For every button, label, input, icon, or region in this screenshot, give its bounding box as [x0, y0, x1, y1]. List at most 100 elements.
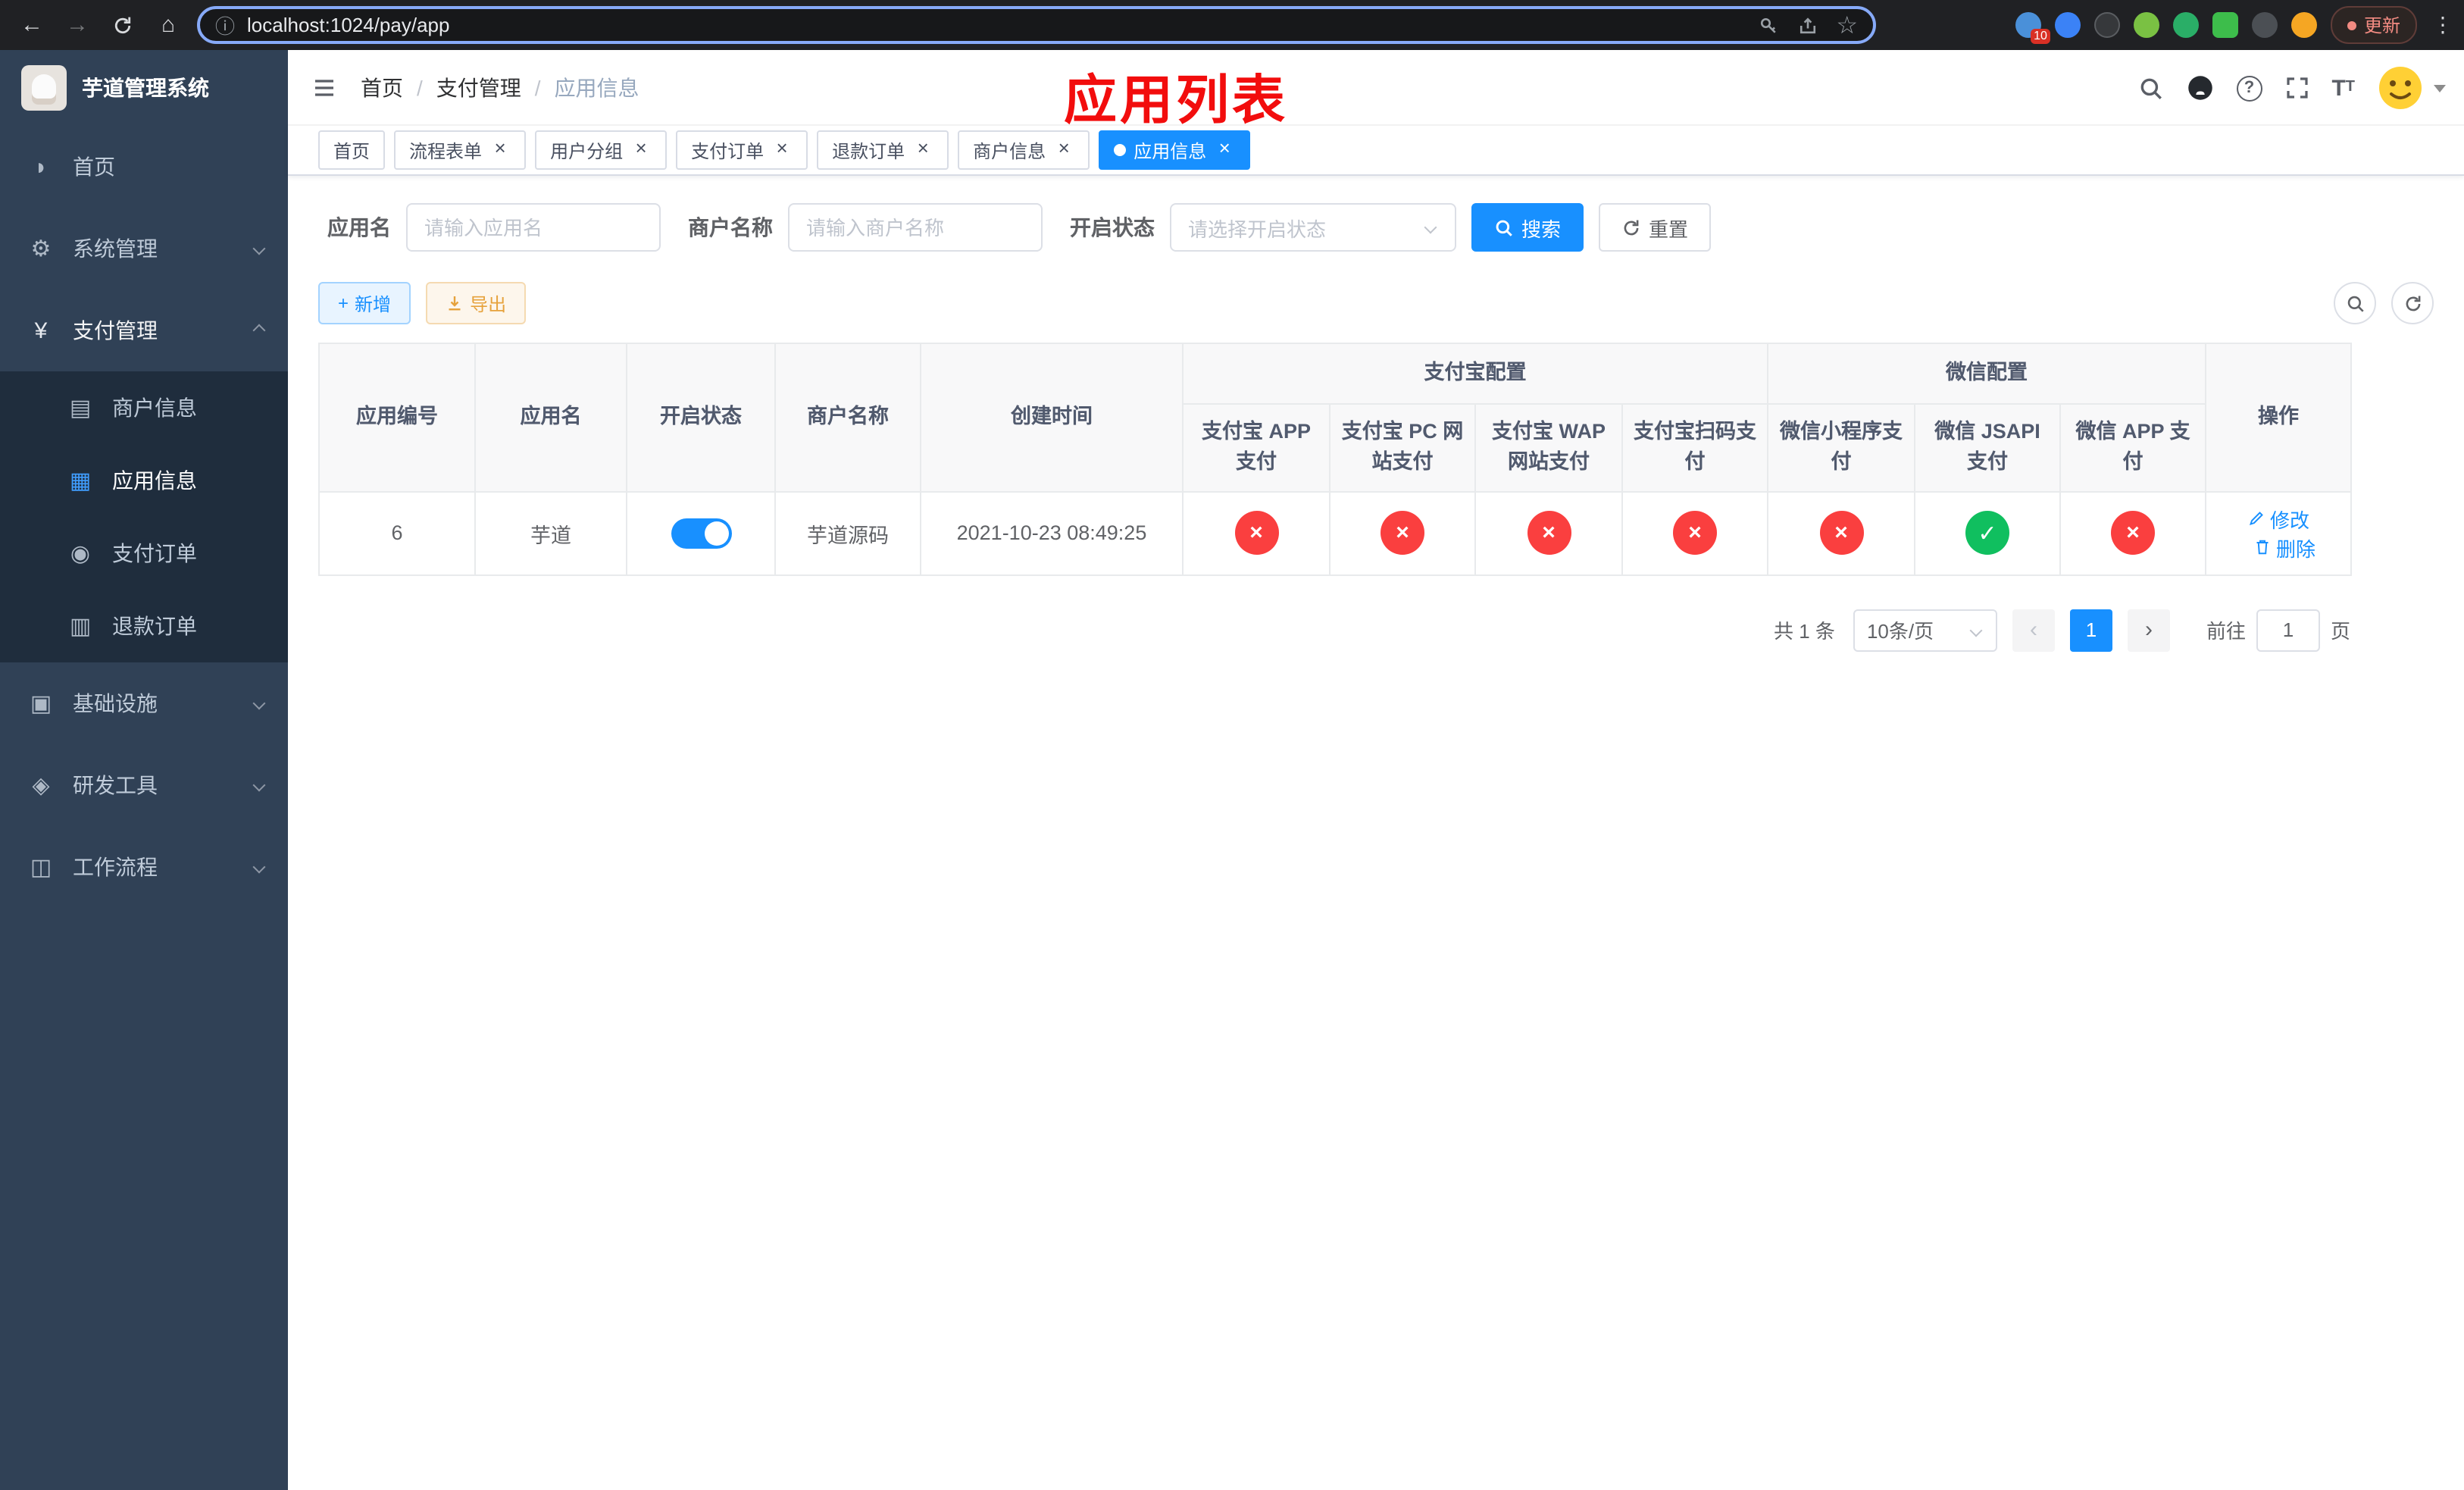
- breadcrumb-home[interactable]: 首页: [361, 72, 403, 102]
- refresh-icon: [1624, 219, 1639, 235]
- extension-icon[interactable]: [2054, 12, 2081, 38]
- tab-label: 支付订单: [691, 140, 765, 161]
- sidebar-item-pay-orders[interactable]: ◉ 支付订单: [0, 517, 288, 590]
- sidebar-item-label: 工作流程: [73, 855, 158, 879]
- close-icon[interactable]: ×: [630, 138, 652, 161]
- prev-page-button[interactable]: ‹: [2012, 609, 2055, 651]
- browser-home-button[interactable]: ⌂: [145, 4, 191, 46]
- trash-icon: [2256, 540, 2269, 555]
- page-number-button[interactable]: 1: [2069, 609, 2112, 651]
- toggle-search-button[interactable]: [2334, 282, 2376, 324]
- browser-reload-button[interactable]: [100, 4, 145, 46]
- col-header-app-id: 应用编号: [318, 343, 476, 492]
- app-name-input[interactable]: [406, 203, 661, 252]
- sidebar-item-app-info[interactable]: ▦ 应用信息: [0, 444, 288, 517]
- next-page-button[interactable]: ›: [2127, 609, 2170, 651]
- export-button-label: 导出: [470, 293, 507, 315]
- extension-icon[interactable]: [2251, 12, 2278, 38]
- status-select[interactable]: 请选择开启状态: [1170, 203, 1456, 252]
- search-button-label: 搜索: [1521, 218, 1562, 240]
- sidebar-item-home[interactable]: ◗ 首页: [0, 126, 288, 208]
- extension-icon[interactable]: [2133, 12, 2159, 38]
- close-icon[interactable]: ×: [771, 138, 793, 161]
- sidebar-item-merchant-info[interactable]: ▤ 商户信息: [0, 371, 288, 444]
- goto-page-group: 前往 页: [2206, 609, 2350, 651]
- page-size-select[interactable]: 10条/页: [1853, 609, 1997, 651]
- github-icon[interactable]: [2186, 74, 2213, 102]
- password-key-icon[interactable]: [1757, 14, 1778, 36]
- tab-app-info[interactable]: 应用信息 ×: [1099, 130, 1251, 170]
- extension-icon[interactable]: [2290, 12, 2317, 38]
- edit-button[interactable]: 修改: [2247, 504, 2309, 533]
- help-icon[interactable]: ?: [2236, 75, 2262, 101]
- app-window: 芋道管理系统 ◗ 首页 ⚙ 系统管理 ¥ 支付管理 ▤ 商户信息 ▦ 应用信息 …: [0, 50, 2464, 1490]
- site-info-icon[interactable]: ⓘ: [215, 11, 235, 39]
- sidebar-item-system[interactable]: ⚙ 系统管理: [0, 208, 288, 290]
- sidebar-item-workflow[interactable]: ◫ 工作流程: [0, 826, 288, 908]
- browser-back-button[interactable]: ←: [9, 4, 55, 46]
- wechat-app-disabled-icon: ×: [2111, 511, 2155, 555]
- tab-label: 商户信息: [973, 140, 1046, 161]
- breadcrumb: 首页 / 支付管理 / 应用信息: [361, 72, 639, 102]
- bookmark-star-icon[interactable]: ☆: [1836, 10, 1858, 40]
- reset-button-label: 重置: [1649, 218, 1689, 240]
- tab-home[interactable]: 首页: [318, 130, 386, 170]
- sidebar-item-payment[interactable]: ¥ 支付管理: [0, 290, 288, 371]
- search-form: 应用名 商户名称 开启状态 请选择开启状态 搜索 重置: [318, 203, 2434, 252]
- extension-icon[interactable]: 10: [2015, 12, 2050, 44]
- tab-process-form[interactable]: 流程表单 ×: [394, 130, 527, 170]
- col-header-wechat-jsapi: 微信 JSAPI 支付: [1914, 403, 2061, 492]
- search-icon[interactable]: [2137, 75, 2163, 101]
- tab-merchant-info[interactable]: 商户信息 ×: [958, 130, 1090, 170]
- page-size-value: 10条/页: [1866, 620, 1934, 643]
- extension-icon[interactable]: [2093, 12, 2120, 38]
- user-menu[interactable]: [2378, 65, 2446, 111]
- avatar: [2379, 67, 2422, 109]
- col-header-alipay-scan: 支付宝扫码支付: [1621, 403, 1768, 492]
- chevron-down-icon: [1969, 623, 1983, 637]
- tab-user-groups[interactable]: 用户分组 ×: [535, 130, 668, 170]
- search-icon: [1496, 219, 1512, 236]
- address-bar[interactable]: ⓘ localhost:1024/pay/app ☆: [197, 6, 1876, 44]
- browser-forward-button[interactable]: →: [55, 4, 100, 46]
- reset-button[interactable]: 重置: [1599, 203, 1712, 252]
- close-icon[interactable]: ×: [489, 138, 511, 161]
- fullscreen-icon[interactable]: [2284, 76, 2309, 100]
- close-icon[interactable]: ×: [1214, 138, 1235, 161]
- sidebar-item-infrastructure[interactable]: ▣ 基础设施: [0, 662, 288, 744]
- table-toolbar-right: [2334, 282, 2434, 324]
- browser-update-button[interactable]: 更新: [2330, 6, 2417, 44]
- close-icon[interactable]: ×: [912, 138, 933, 161]
- extension-icon[interactable]: [2212, 12, 2238, 38]
- goto-page-input[interactable]: [2256, 609, 2320, 651]
- merchant-name-input[interactable]: [788, 203, 1043, 252]
- font-size-icon[interactable]: TT: [2331, 77, 2355, 99]
- refresh-icon: [2405, 295, 2420, 311]
- status-toggle[interactable]: [671, 518, 731, 548]
- update-dot-icon: [2347, 20, 2356, 30]
- app-logo: [21, 65, 67, 111]
- app-title: 芋道管理系统: [82, 76, 209, 100]
- col-header-app-name: 应用名: [474, 343, 627, 492]
- tab-pay-orders[interactable]: 支付订单 ×: [676, 130, 808, 170]
- close-icon[interactable]: ×: [1053, 138, 1074, 161]
- add-button[interactable]: + 新增: [318, 282, 411, 324]
- browser-menu-icon[interactable]: ⋮: [2431, 12, 2455, 38]
- search-button[interactable]: 搜索: [1471, 203, 1584, 252]
- sidebar-item-label: 商户信息: [112, 396, 197, 420]
- sidebar-toggle-button[interactable]: [288, 75, 361, 99]
- pagination: 共 1 条 10条/页 ‹ 1 › 前往 页: [318, 609, 2350, 651]
- sidebar-item-dev-tools[interactable]: ◈ 研发工具: [0, 744, 288, 826]
- share-icon[interactable]: [1796, 14, 1818, 36]
- alipay-scan-disabled-icon: ×: [1673, 511, 1717, 555]
- extension-icon[interactable]: [2172, 12, 2199, 38]
- tab-refund-orders[interactable]: 退款订单 ×: [817, 130, 949, 170]
- delete-button[interactable]: 删除: [2253, 533, 2315, 562]
- sidebar-item-refund-orders[interactable]: ▥ 退款订单: [0, 590, 288, 662]
- refresh-table-button[interactable]: [2391, 282, 2434, 324]
- breadcrumb-section[interactable]: 支付管理: [436, 72, 521, 102]
- browser-toolbar: ← → ⌂ ⓘ localhost:1024/pay/app ☆ 10 更新 ⋮: [0, 0, 2464, 50]
- wechat-mini-disabled-icon: ×: [1819, 511, 1863, 555]
- col-header-status: 开启状态: [626, 343, 776, 492]
- export-button[interactable]: 导出: [426, 282, 527, 324]
